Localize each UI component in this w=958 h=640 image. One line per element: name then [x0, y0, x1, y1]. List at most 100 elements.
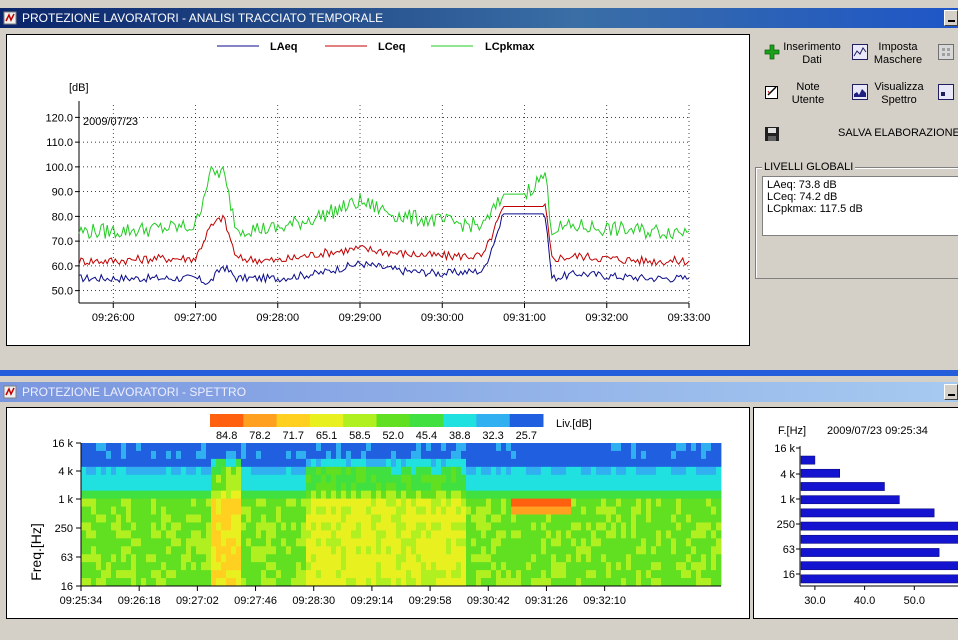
- heatmap-cell: [306, 562, 312, 571]
- heatmap-cell: [586, 498, 592, 507]
- heatmap-cell: [646, 530, 652, 539]
- heatmap-cell: [591, 450, 597, 460]
- heatmap-cell: [641, 562, 647, 571]
- heatmap-cell: [316, 443, 322, 452]
- heatmap-cell: [256, 466, 262, 476]
- heatmap-cell: [526, 530, 532, 539]
- heatmap-cell: [141, 458, 147, 468]
- heatmap-cell: [236, 466, 242, 476]
- heatmap-cell: [181, 474, 187, 484]
- heatmap-cell: [566, 458, 572, 468]
- heatmap-cell: [401, 474, 407, 484]
- note-utente-button[interactable]: Note Utente: [762, 80, 842, 110]
- heatmap-cell: [416, 443, 422, 452]
- bottom-window-titlebar[interactable]: PROTEZIONE LAVORATORI - SPETTRO: [0, 382, 958, 402]
- heatmap-cell: [636, 498, 642, 507]
- heatmap-cell: [86, 578, 92, 587]
- heatmap-cell: [711, 474, 717, 484]
- heatmap-cell: [171, 482, 177, 492]
- heatmap-cell: [616, 474, 622, 484]
- top-window-title: PROTEZIONE LAVORATORI - ANALISI TRACCIAT…: [22, 11, 384, 25]
- heatmap-cell: [556, 522, 562, 531]
- heatmap-cell: [286, 570, 292, 579]
- salva-elaborazione-button[interactable]: SALVA ELABORAZIONE: [762, 124, 958, 146]
- heatmap-cell: [301, 570, 307, 579]
- heatmap-cell: [276, 578, 282, 587]
- heatmap-cell: [341, 578, 347, 587]
- heatmap-cell: [581, 522, 587, 531]
- grid-icon[interactable]: [938, 44, 954, 60]
- heatmap-cell: [316, 466, 322, 476]
- heatmap-cell: [616, 466, 622, 476]
- heatmap-cell: [216, 522, 222, 531]
- imposta-maschere-button[interactable]: Imposta Maschere: [850, 40, 930, 70]
- heatmap-cell: [101, 506, 107, 515]
- heatmap-cell: [406, 554, 412, 563]
- heatmap-cell: [611, 450, 617, 460]
- heatmap-cell: [711, 498, 717, 507]
- minimize-button[interactable]: [944, 384, 958, 400]
- heatmap-cell: [336, 506, 342, 515]
- heatmap-cell: [376, 466, 382, 476]
- heatmap-cell: [346, 458, 352, 468]
- graph-icon[interactable]: [938, 84, 954, 100]
- minimize-button[interactable]: [944, 10, 958, 26]
- heatmap-cell: [241, 578, 247, 587]
- heatmap-cell: [266, 522, 272, 531]
- heatmap-cell: [186, 578, 192, 587]
- heatmap-cell: [626, 466, 632, 476]
- heatmap-cell: [476, 466, 482, 476]
- heatmap-cell: [211, 450, 217, 460]
- heatmap-cell: [456, 522, 462, 531]
- heatmap-cell: [376, 506, 382, 515]
- heatmap-cell: [281, 490, 287, 500]
- heatmap-cell: [226, 562, 232, 571]
- heatmap-cell: [91, 570, 97, 579]
- heatmap-cell: [371, 538, 377, 547]
- heatmap-cell: [111, 458, 117, 468]
- colorbar-value: 65.1: [316, 430, 337, 442]
- heatmap-cell: [286, 498, 292, 507]
- heatmap-cell: [516, 506, 522, 515]
- heatmap-cell: [681, 522, 687, 531]
- heatmap-cell: [96, 506, 102, 515]
- visualizza-spettro-button[interactable]: Visualizza Spettro: [850, 80, 930, 110]
- heatmap-cell: [446, 578, 452, 587]
- heatmap-cell: [561, 530, 567, 539]
- heatmap-cell: [481, 538, 487, 547]
- heatmap-cell: [261, 546, 267, 555]
- heatmap-cell: [116, 546, 122, 555]
- heatmap-cell: [496, 450, 502, 460]
- heatmap-cell: [111, 443, 117, 452]
- heatmap-cell: [621, 546, 627, 555]
- heatmap-cell: [206, 514, 212, 523]
- heatmap-cell: [621, 578, 627, 587]
- heatmap-cell: [266, 578, 272, 587]
- heatmap-cell: [366, 466, 372, 476]
- heatmap-cell: [176, 538, 182, 547]
- heatmap-cell: [416, 506, 422, 515]
- heatmap-cell: [716, 562, 722, 571]
- heatmap-cell: [566, 498, 572, 507]
- heatmap-cell: [521, 506, 527, 515]
- heatmap-cell: [101, 570, 107, 579]
- heatmap-cell: [201, 466, 207, 476]
- heatmap-cell: [446, 466, 452, 476]
- heatmap-cell: [651, 562, 657, 571]
- heatmap-cell: [591, 530, 597, 539]
- heatmap-cell: [411, 570, 417, 579]
- heatmap-cell: [466, 458, 472, 468]
- heatmap-cell: [701, 522, 707, 531]
- heatmap-cell: [536, 450, 542, 460]
- heatmap-cell: [121, 482, 127, 492]
- heatmap-cell: [616, 546, 622, 555]
- heatmap-cell: [246, 490, 252, 500]
- heatmap-cell: [601, 514, 607, 523]
- heatmap-cell: [621, 522, 627, 531]
- heatmap-cell: [286, 474, 292, 484]
- heatmap-cell: [111, 554, 117, 563]
- spectrum-bar: [800, 548, 940, 557]
- heatmap-cell: [511, 482, 517, 492]
- top-window-titlebar[interactable]: PROTEZIONE LAVORATORI - ANALISI TRACCIAT…: [0, 8, 958, 28]
- inserimento-dati-button[interactable]: Inserimento Dati: [762, 40, 842, 70]
